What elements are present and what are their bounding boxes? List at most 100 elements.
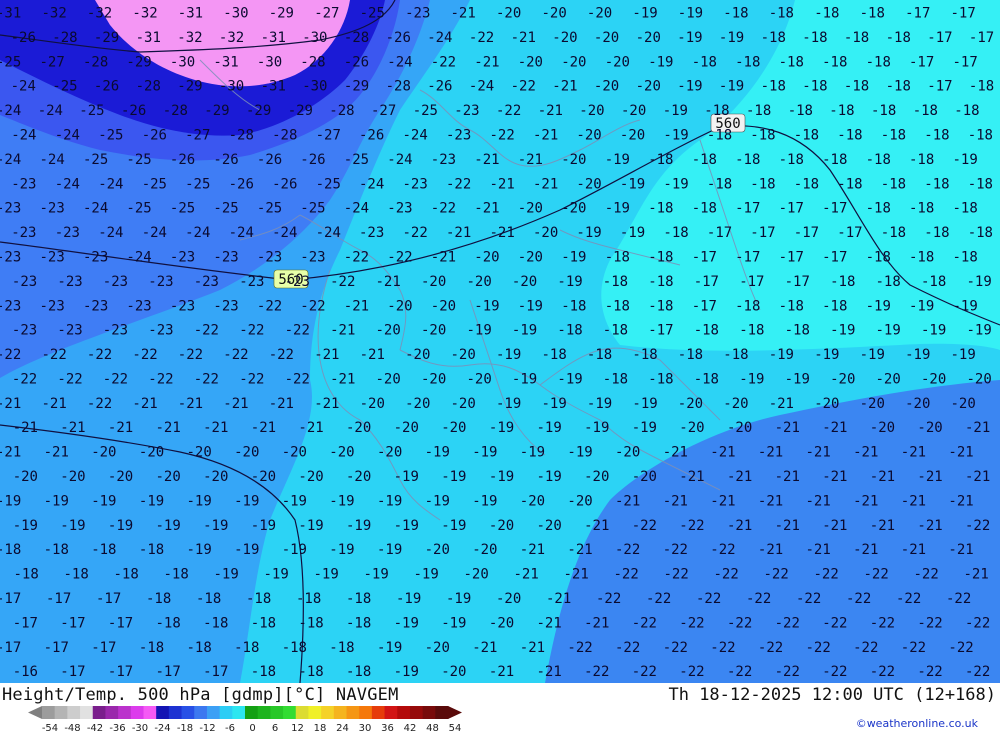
temperature-label: -31 xyxy=(261,30,286,46)
temperature-label: -21 xyxy=(330,372,355,388)
temperature-label: -20 xyxy=(518,201,543,217)
temperature-label: -20 xyxy=(518,54,543,70)
temperature-label: -23 xyxy=(148,323,173,339)
temperature-label: -22 xyxy=(663,640,688,656)
temperature-label: -20 xyxy=(282,445,307,461)
temperature-label: -21 xyxy=(758,493,783,509)
temperature-label: -19 xyxy=(234,542,259,558)
temperature-label: -18 xyxy=(881,128,906,144)
temperature-label: -21 xyxy=(42,396,67,412)
temperature-label: -20 xyxy=(377,445,402,461)
temperature-label: -18 xyxy=(603,274,628,290)
temperature-label: -20 xyxy=(474,250,499,266)
temperature-label: -18 xyxy=(924,176,949,192)
temperature-label: -19 xyxy=(512,372,537,388)
temperature-label: -31 xyxy=(261,79,286,95)
temperature-label: -21 xyxy=(806,493,831,509)
temperature-label: -22 xyxy=(632,518,657,534)
temperature-label: -20 xyxy=(615,445,640,461)
temperature-label: -21 xyxy=(178,396,203,412)
temperature-label: -29 xyxy=(269,6,294,22)
temperature-label: -23 xyxy=(55,225,80,241)
temperature-label: -25 xyxy=(0,54,21,70)
temperature-label: -20 xyxy=(561,201,586,217)
temperature-label: -18 xyxy=(605,250,630,266)
temperature-label: -19 xyxy=(414,567,439,583)
temperature-label: -22 xyxy=(403,225,428,241)
temperature-label: -20 xyxy=(425,640,450,656)
temperature-label: -18 xyxy=(346,615,371,631)
temperature-label: -19 xyxy=(909,298,934,314)
temperature-label: -22 xyxy=(42,347,67,363)
temperature-label: -22 xyxy=(496,103,521,119)
temperature-label: -19 xyxy=(377,640,402,656)
temperature-label: -20 xyxy=(376,372,401,388)
legend-swatch xyxy=(67,706,81,719)
temperature-label: -19 xyxy=(561,250,586,266)
temperature-label: -21 xyxy=(538,103,563,119)
temperature-label: -21 xyxy=(474,54,499,70)
temperature-label: -17 xyxy=(156,664,181,680)
temperature-label: -24 xyxy=(403,128,428,144)
temperature-label: -18 xyxy=(632,347,657,363)
temperature-label: -20 xyxy=(814,396,839,412)
temperature-label: -18 xyxy=(746,103,771,119)
temperature-label: -20 xyxy=(496,591,521,607)
temperature-label: -23 xyxy=(11,176,36,192)
temperature-label: -19 xyxy=(557,372,582,388)
temperature-label: -18 xyxy=(648,250,673,266)
temperature-label: -18 xyxy=(603,323,628,339)
temperature-label: -23 xyxy=(40,250,65,266)
temperature-label: -19 xyxy=(605,201,630,217)
legend-tick-label: 6 xyxy=(272,723,278,733)
temperature-label: -21 xyxy=(769,396,794,412)
temperature-label: -18 xyxy=(64,567,89,583)
temperature-label: -18 xyxy=(822,152,847,168)
temperature-label: -18 xyxy=(251,664,276,680)
temperature-label: -18 xyxy=(139,542,164,558)
temperature-label: -20 xyxy=(467,372,492,388)
temperature-label: -21 xyxy=(775,420,800,436)
temperature-label: -23 xyxy=(11,225,36,241)
temperature-label: -18 xyxy=(881,225,906,241)
legend-tick-label: 48 xyxy=(426,723,439,733)
temperature-label: -26 xyxy=(94,79,119,95)
temperature-label: -20 xyxy=(576,128,601,144)
temperature-label: -20 xyxy=(587,6,612,22)
temperature-label: -17 xyxy=(91,640,116,656)
temperature-label: -25 xyxy=(300,201,325,217)
temperature-label: -21 xyxy=(0,396,21,412)
temperature-label: -21 xyxy=(520,640,545,656)
temperature-label: -21 xyxy=(917,469,942,485)
temperature-label: -24 xyxy=(55,128,80,144)
temperature-label: -18 xyxy=(822,54,847,70)
temperature-label: -19 xyxy=(663,176,688,192)
temperature-label: -20 xyxy=(870,420,895,436)
temperature-label: -28 xyxy=(344,30,369,46)
temperature-label: -18 xyxy=(968,128,993,144)
temperature-label: -22 xyxy=(632,664,657,680)
temperature-label: -21 xyxy=(13,420,38,436)
temperature-label: -17 xyxy=(0,591,21,607)
temperature-label: -18 xyxy=(251,615,276,631)
temperature-label: -22 xyxy=(257,298,282,314)
temperature-label: -22 xyxy=(775,615,800,631)
temperature-label: -25 xyxy=(142,176,167,192)
temperature-label: -19 xyxy=(329,542,354,558)
temperature-label: -19 xyxy=(203,518,228,534)
temperature-label: -19 xyxy=(214,567,239,583)
temperature-label: -18 xyxy=(788,103,813,119)
temperature-label: -19 xyxy=(632,6,657,22)
temperature-label: -19 xyxy=(282,493,307,509)
temperature-label: -22 xyxy=(870,664,895,680)
temperature-label: -23 xyxy=(257,250,282,266)
temperature-label: -19 xyxy=(234,493,259,509)
temperature-label: -30 xyxy=(302,79,327,95)
legend-tick-label: -6 xyxy=(225,723,235,733)
temperature-label: -18 xyxy=(924,128,949,144)
legend-swatch xyxy=(435,706,449,719)
temperature-label: -21 xyxy=(615,493,640,509)
credit-link[interactable]: ©weatheronline.co.uk xyxy=(856,717,978,730)
temperature-label: -20 xyxy=(520,493,545,509)
temperature-label: -20 xyxy=(967,372,992,388)
